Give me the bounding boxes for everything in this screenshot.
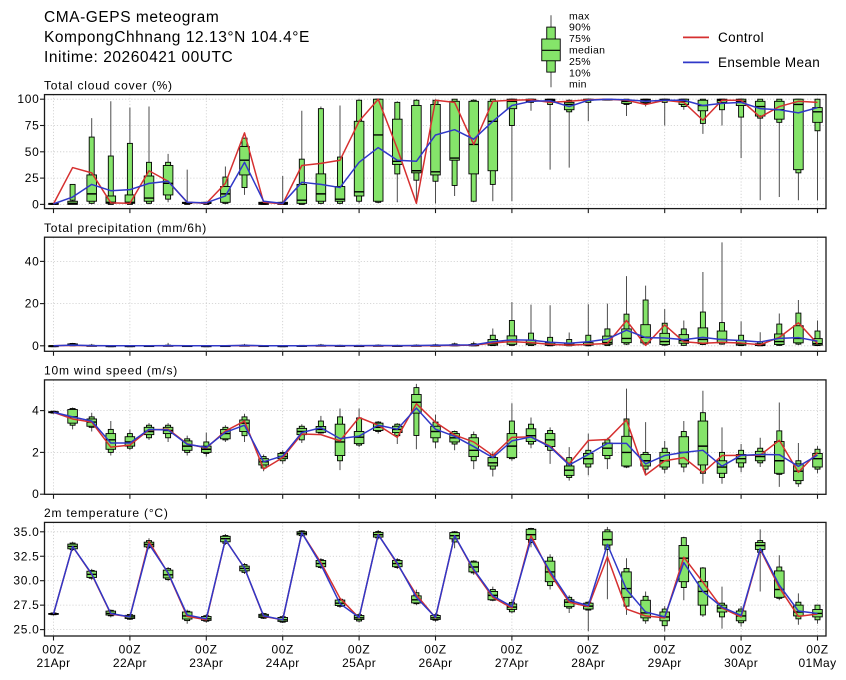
svg-text:00Z: 00Z xyxy=(42,643,64,657)
svg-text:00Z: 00Z xyxy=(195,643,217,657)
svg-text:CMA-GEPS meteogram: CMA-GEPS meteogram xyxy=(44,9,219,26)
svg-text:35.0: 35.0 xyxy=(13,525,39,539)
svg-text:75: 75 xyxy=(25,119,40,133)
svg-text:20: 20 xyxy=(25,297,40,311)
svg-text:00Z: 00Z xyxy=(653,643,675,657)
svg-text:100: 100 xyxy=(17,92,39,106)
svg-text:30.0: 30.0 xyxy=(13,574,39,588)
svg-text:25%: 25% xyxy=(569,56,591,68)
svg-text:01May: 01May xyxy=(798,656,836,670)
svg-text:2: 2 xyxy=(32,445,39,459)
svg-text:0: 0 xyxy=(32,487,39,501)
svg-text:25Apr: 25Apr xyxy=(342,656,376,670)
svg-text:32.5: 32.5 xyxy=(13,549,39,563)
svg-text:median: median xyxy=(569,45,605,57)
svg-text:0: 0 xyxy=(32,339,39,353)
svg-text:30Apr: 30Apr xyxy=(724,656,758,670)
svg-text:4: 4 xyxy=(32,404,39,418)
svg-text:Total cloud cover (%): Total cloud cover (%) xyxy=(44,78,173,92)
svg-text:00Z: 00Z xyxy=(501,643,523,657)
svg-text:Total precipitation (mm/6h): Total precipitation (mm/6h) xyxy=(44,221,207,235)
svg-text:22Apr: 22Apr xyxy=(113,656,147,670)
svg-text:25: 25 xyxy=(25,171,40,185)
svg-text:10%: 10% xyxy=(569,67,591,79)
svg-text:00Z: 00Z xyxy=(271,643,293,657)
svg-text:00Z: 00Z xyxy=(806,643,828,657)
svg-text:26Apr: 26Apr xyxy=(418,656,452,670)
svg-text:00Z: 00Z xyxy=(577,643,599,657)
svg-text:max: max xyxy=(569,10,590,22)
svg-text:10m wind speed (m/s): 10m wind speed (m/s) xyxy=(44,364,178,378)
svg-text:27.5: 27.5 xyxy=(13,598,39,612)
svg-text:28Apr: 28Apr xyxy=(571,656,605,670)
svg-text:min: min xyxy=(569,79,587,91)
svg-text:75%: 75% xyxy=(569,33,591,45)
svg-text:Initime: 20260421 00UTC: Initime: 20260421 00UTC xyxy=(44,49,233,66)
svg-text:29Apr: 29Apr xyxy=(648,656,682,670)
svg-text:0: 0 xyxy=(32,197,39,211)
svg-text:00Z: 00Z xyxy=(348,643,370,657)
svg-text:50: 50 xyxy=(25,145,40,159)
svg-text:2m temperature (°C): 2m temperature (°C) xyxy=(44,506,169,520)
svg-text:23Apr: 23Apr xyxy=(189,656,223,670)
svg-text:Ensemble Mean: Ensemble Mean xyxy=(718,55,820,70)
svg-text:00Z: 00Z xyxy=(424,643,446,657)
svg-text:KompongChhnang 12.13°N 104.4°E: KompongChhnang 12.13°N 104.4°E xyxy=(44,29,310,46)
svg-text:21Apr: 21Apr xyxy=(36,656,70,670)
svg-text:27Apr: 27Apr xyxy=(495,656,529,670)
svg-text:Control: Control xyxy=(718,30,764,45)
svg-text:00Z: 00Z xyxy=(119,643,141,657)
svg-text:00Z: 00Z xyxy=(730,643,752,657)
svg-text:24Apr: 24Apr xyxy=(266,656,300,670)
svg-text:40: 40 xyxy=(25,254,40,268)
svg-text:25.0: 25.0 xyxy=(13,623,39,637)
svg-text:90%: 90% xyxy=(569,22,591,34)
